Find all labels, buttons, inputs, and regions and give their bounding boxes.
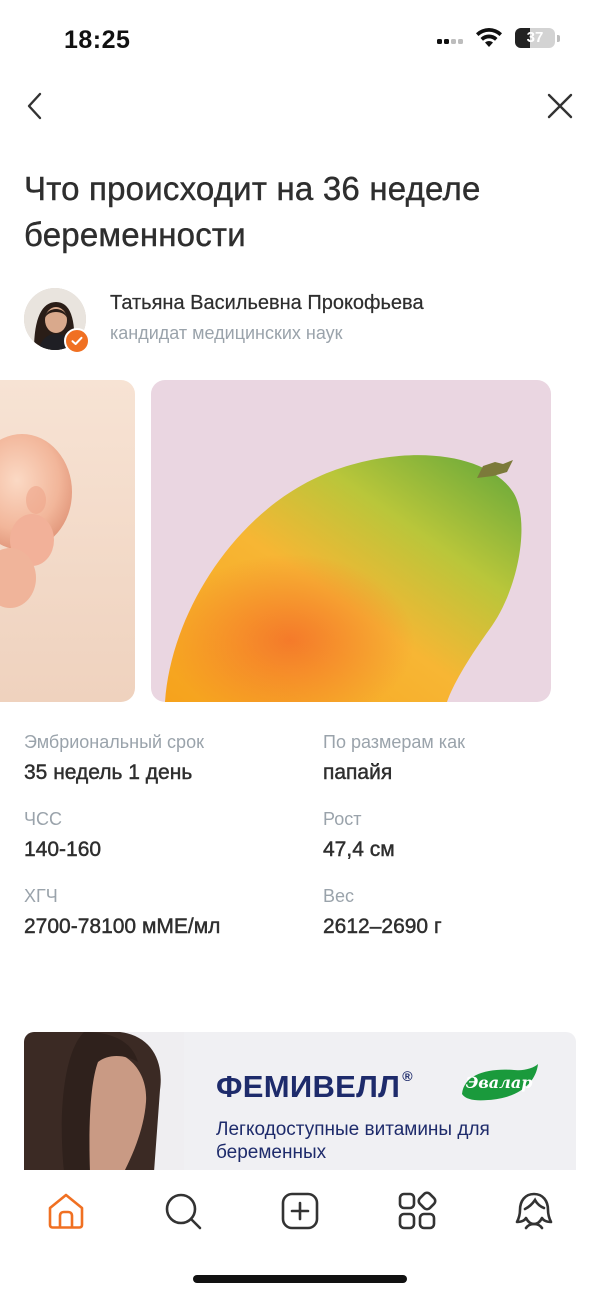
tab-search[interactable]	[153, 1181, 213, 1241]
back-button[interactable]	[18, 88, 50, 124]
evalar-logo: Эвалар	[458, 1064, 540, 1104]
article-title: Что происходит на 36 неделе беременности	[24, 170, 481, 253]
verified-badge-icon	[64, 328, 90, 354]
home-icon	[49, 1193, 84, 1229]
stat-weight: Вес 2612–2690 г	[323, 886, 600, 939]
papaya-illustration	[165, 455, 522, 702]
profile-icon	[515, 1192, 552, 1230]
stat-hcg: ХГЧ 2700-78100 мМЕ/мл	[24, 886, 314, 939]
evalar-logo-text: Эвалар	[465, 1073, 533, 1092]
ad-brand: ФЕМИВЕЛЛ ®	[216, 1068, 413, 1105]
stat-value: 35 недель 1 день	[24, 761, 193, 784]
ad-woman-photo	[24, 1032, 184, 1172]
bottom-tab-bar	[0, 1170, 600, 1252]
wifi-icon	[476, 28, 502, 47]
stat-label: Эмбриональный срок	[24, 732, 204, 752]
fetus-illustration	[0, 434, 72, 608]
stat-label: ХГЧ	[24, 886, 58, 906]
ad-brand-name: ФЕМИВЕЛЛ	[216, 1069, 401, 1104]
status-indicators: 37	[437, 28, 560, 48]
stat-height: Рост 47,4 см	[323, 809, 600, 862]
cellular-signal-icon	[437, 32, 463, 44]
stat-label: ЧСС	[24, 809, 62, 829]
tab-profile[interactable]	[504, 1181, 564, 1241]
tab-create[interactable]	[270, 1181, 330, 1241]
stat-heart-rate: ЧСС 140-160	[24, 809, 314, 862]
battery-icon: 37	[515, 28, 555, 48]
image-carousel[interactable]	[0, 380, 600, 702]
papaya-image-card[interactable]	[151, 380, 551, 702]
close-icon	[547, 93, 573, 119]
author-name[interactable]: Татьяна Васильевна Прокофьева	[110, 292, 424, 315]
battery-cap	[557, 34, 560, 42]
stat-value: 2612–2690 г	[323, 915, 442, 938]
services-grid-icon	[398, 1191, 437, 1230]
author-role: кандидат медицинских наук	[110, 323, 343, 343]
plus-square-icon	[281, 1192, 319, 1230]
battery-level: 37	[526, 29, 544, 46]
search-icon	[165, 1193, 202, 1230]
fetus-image-card[interactable]	[0, 380, 135, 702]
close-button[interactable]	[544, 90, 576, 122]
stat-value: 47,4 см	[323, 838, 395, 861]
stat-value: 2700-78100 мМЕ/мл	[24, 915, 221, 938]
home-indicator[interactable]	[193, 1275, 407, 1283]
status-bar: 18:25 37	[0, 0, 600, 80]
tab-home[interactable]	[36, 1181, 96, 1241]
stat-value: 140-160	[24, 838, 102, 861]
ad-tagline: Легкодоступные витамины для беременных	[216, 1119, 490, 1163]
stat-label: По размерам как	[323, 732, 465, 752]
stat-value: папайя	[323, 761, 393, 784]
status-time: 18:25	[64, 26, 131, 54]
stat-label: Вес	[323, 886, 355, 906]
ad-registered-mark: ®	[402, 1068, 413, 1084]
stat-size-comparison: По размерам как папайя	[323, 732, 600, 785]
stat-label: Рост	[323, 809, 362, 829]
author-block[interactable]: Татьяна Васильевна Прокофьева кандидат м…	[24, 288, 576, 354]
tab-services[interactable]	[387, 1181, 447, 1241]
chevron-left-icon	[27, 92, 42, 120]
ad-banner[interactable]: ФЕМИВЕЛЛ ® Эвалар Легкодоступные витамины…	[24, 1032, 576, 1172]
stat-embryonic-age: Эмбриональный срок 35 недель 1 день	[24, 732, 314, 785]
